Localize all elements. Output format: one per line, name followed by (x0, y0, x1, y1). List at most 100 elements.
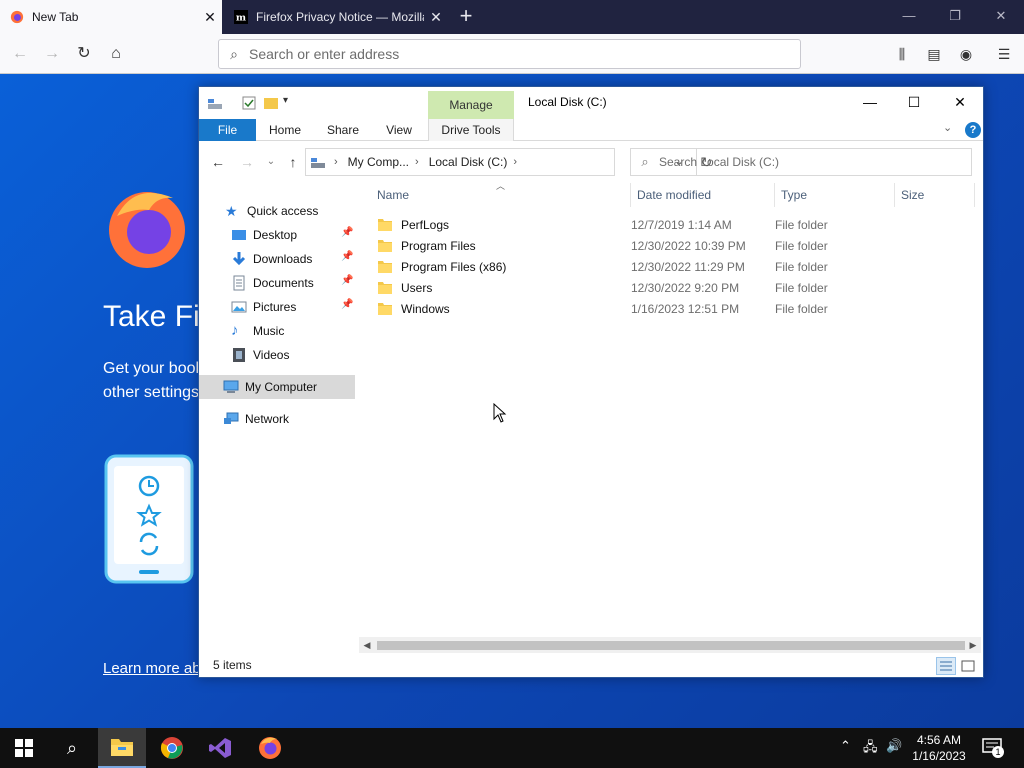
nav-label: Pictures (253, 300, 297, 314)
action-center-icon[interactable]: 1 (982, 738, 1004, 758)
search-icon[interactable]: ⌕ (48, 728, 96, 768)
nav-downloads[interactable]: Downloads 📌 (199, 247, 355, 271)
tab-view[interactable]: View (375, 119, 423, 141)
nav-desktop[interactable]: Desktop 📌 (199, 223, 355, 247)
file-date: 1/16/2023 12:51 PM (631, 301, 740, 316)
nav-quick-access[interactable]: ★ Quick access (199, 199, 355, 223)
back-arrow-icon[interactable]: ← (208, 152, 228, 172)
breadcrumb-chevron-icon[interactable]: › (334, 156, 338, 168)
customize-qat-dropdown-icon[interactable]: ▾ (283, 95, 299, 111)
help-icon[interactable]: ? (965, 122, 981, 138)
scroll-right-arrow-icon[interactable]: ▶ (965, 637, 981, 653)
close-tab-icon[interactable]: ✕ (198, 9, 222, 26)
file-row-users[interactable]: Users 12/30/2022 9:20 PM File folder (373, 277, 913, 298)
chrome-icon[interactable] (148, 728, 196, 768)
reload-icon[interactable]: ↻ (70, 40, 98, 68)
subtext-line-1: Get your bookmarks, history, passwords a… (103, 360, 203, 377)
new-folder-icon[interactable] (263, 95, 279, 111)
nav-my-computer[interactable]: My Computer (199, 375, 355, 399)
address-placeholder: Search or enter address (249, 46, 400, 62)
breadcrumb-local-disk[interactable]: Local Disk (C:) (429, 155, 508, 169)
forward-arrow-icon[interactable]: → (38, 40, 66, 68)
maximize-icon[interactable]: ☐ (891, 87, 937, 117)
tab-new-tab[interactable]: New Tab ✕ (0, 0, 222, 34)
nav-videos[interactable]: Videos (199, 343, 355, 367)
nav-music[interactable]: ♪ Music (199, 319, 355, 343)
nav-network[interactable]: Network (199, 407, 355, 431)
nav-label: Music (253, 324, 285, 338)
nav-label: Videos (253, 348, 290, 362)
tab-home[interactable]: Home (261, 119, 309, 141)
explorer-title-bar: ▾ Manage Local Disk (C:) — ☐ ✕ (199, 87, 983, 119)
navigation-bar: ← → ⌄ ↑ › My Comp... › Local Disk (C:) ›… (199, 145, 983, 179)
file-name: Users (401, 280, 433, 295)
tab-share[interactable]: Share (319, 119, 367, 141)
horizontal-scrollbar[interactable]: ◀ ▶ (359, 637, 981, 653)
start-windows-icon[interactable] (0, 728, 48, 768)
column-header-size[interactable]: Size (895, 183, 975, 207)
new-tab-plus-icon[interactable]: + (454, 4, 478, 28)
menu-hamburger-icon[interactable]: ☰ (990, 40, 1018, 68)
system-clock[interactable]: 4:56 AM 1/16/2023 (905, 732, 973, 764)
up-arrow-icon[interactable]: ↑ (283, 152, 303, 172)
phone-sync-illustration-icon (104, 454, 194, 584)
pin-icon: 📌 (341, 227, 354, 238)
show-hidden-icons-chevron-icon[interactable]: ⌃ (840, 738, 851, 754)
file-explorer-window: ▾ Manage Local Disk (C:) — ☐ ✕ File Home… (198, 86, 984, 678)
address-bar[interactable]: ⌕ Search or enter address (218, 39, 801, 69)
breadcrumb-chevron-icon[interactable]: › (513, 156, 517, 168)
visual-studio-icon[interactable] (196, 728, 244, 768)
recent-locations-chevron-icon[interactable]: ⌄ (261, 152, 281, 172)
large-icons-view-icon[interactable] (958, 657, 978, 675)
nav-pictures[interactable]: Pictures 📌 (199, 295, 355, 319)
search-input[interactable]: ⌕ Search Local Disk (C:) (630, 148, 972, 176)
tab-drive-tools[interactable]: Drive Tools (428, 119, 514, 141)
network-status-icon[interactable]: 🖧 (863, 738, 878, 760)
library-icon[interactable]: ⫼ (888, 40, 916, 68)
sidebar-icon[interactable]: ▤ (920, 40, 948, 68)
tab-file[interactable]: File (199, 119, 256, 141)
close-icon[interactable]: ✕ (937, 87, 983, 117)
file-explorer-taskbar-icon[interactable] (98, 728, 146, 768)
nav-documents[interactable]: Documents 📌 (199, 271, 355, 295)
account-icon[interactable]: ◉ (952, 40, 980, 68)
file-type: File folder (775, 301, 828, 316)
star-icon: ★ (225, 203, 238, 219)
column-header-type[interactable]: Type (775, 183, 895, 207)
tab-title: New Tab (32, 10, 79, 24)
breadcrumb-chevron-icon[interactable]: › (415, 156, 419, 168)
column-header-date[interactable]: Date modified (631, 183, 775, 207)
file-row-windows[interactable]: Windows 1/16/2023 12:51 PM File folder (373, 298, 913, 319)
address-bar[interactable]: › My Comp... › Local Disk (C:) › ⌄ ↻ (305, 148, 712, 176)
close-window-icon[interactable]: ✕ (978, 0, 1024, 34)
firefox-favicon-icon (10, 10, 24, 24)
restore-icon[interactable]: ❐ (932, 0, 978, 34)
pin-icon: 📌 (341, 299, 354, 310)
folder-icon (378, 281, 392, 294)
scroll-left-arrow-icon[interactable]: ◀ (359, 637, 375, 653)
forward-arrow-icon[interactable]: → (237, 152, 257, 172)
computer-icon (223, 380, 239, 393)
minimize-icon[interactable]: — (847, 87, 893, 117)
learn-more-link[interactable]: Learn more about Firefox Accounts (103, 660, 203, 677)
home-icon[interactable]: ⌂ (102, 40, 130, 68)
nav-label: Documents (253, 276, 314, 290)
nav-label: Quick access (247, 204, 319, 218)
breadcrumb-my-computer[interactable]: My Comp... (348, 155, 409, 169)
details-view-icon[interactable] (936, 657, 956, 675)
firefox-taskbar-icon[interactable] (246, 728, 294, 768)
scrollbar-thumb[interactable] (377, 641, 965, 650)
volume-icon[interactable]: 🔊 (886, 738, 902, 754)
minimize-icon[interactable]: — (886, 0, 932, 34)
file-row-perflogs[interactable]: PerfLogs 12/7/2019 1:14 AM File folder (373, 214, 913, 235)
properties-checkbox-icon[interactable] (241, 95, 257, 111)
expand-ribbon-chevron-icon[interactable]: ⌄ (943, 121, 952, 134)
tab-privacy-notice[interactable]: m Firefox Privacy Notice — Mozilla ✕ (224, 0, 448, 34)
back-arrow-icon[interactable]: ← (6, 40, 34, 68)
close-tab-icon[interactable]: ✕ (424, 9, 448, 26)
file-row-program-files-x86[interactable]: Program Files (x86) 12/30/2022 11:29 PM … (373, 256, 913, 277)
file-row-program-files[interactable]: Program Files 12/30/2022 10:39 PM File f… (373, 235, 913, 256)
manage-tab[interactable]: Manage (428, 91, 514, 119)
notification-count-badge: 1 (992, 746, 1004, 758)
folder-icon (378, 302, 392, 315)
